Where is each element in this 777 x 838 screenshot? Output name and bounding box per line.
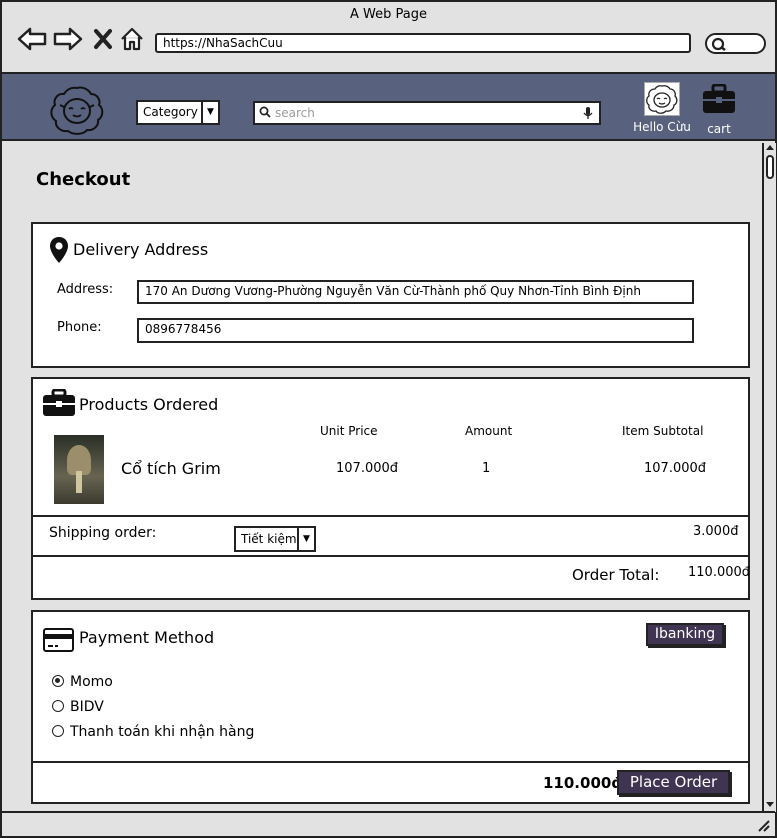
shipping-row: Shipping order: Tiết kiệm ▼ 3.000đ	[33, 517, 748, 555]
products-ordered-panel: Products Ordered Unit Price Amount Item …	[31, 377, 750, 600]
product-subtotal: 107.000đ	[644, 461, 707, 476]
resize-grip-icon[interactable]	[756, 818, 770, 832]
products-heading: Products Ordered	[79, 395, 219, 414]
scroll-thumb[interactable]	[766, 155, 774, 179]
payment-option-momo[interactable]: Momo	[52, 674, 113, 690]
radio-selected-icon	[52, 675, 64, 687]
forward-arrow-icon[interactable]	[53, 26, 83, 52]
search-placeholder: search	[275, 106, 315, 120]
shipping-label: Shipping order:	[49, 525, 157, 541]
user-greeting: Hello Cừu	[633, 120, 691, 134]
product-unit-price: 107.000đ	[336, 461, 399, 476]
page-title: Checkout	[36, 169, 131, 190]
microphone-icon[interactable]	[583, 106, 593, 120]
avatar	[644, 82, 680, 116]
address-field[interactable]: 170 An Dương Vương-Phường Nguyễn Văn Cừ-…	[137, 280, 694, 304]
chevron-down-icon: ▼	[201, 102, 218, 123]
home-icon[interactable]	[119, 26, 145, 52]
radio-icon	[52, 700, 64, 712]
book-cover-image	[54, 435, 104, 504]
place-order-button[interactable]: Place Order	[617, 770, 730, 795]
shipping-fee: 3.000đ	[693, 524, 739, 539]
payment-option-label: Momo	[70, 674, 113, 690]
unit-price-header: Unit Price	[320, 424, 378, 438]
amount-header: Amount	[465, 424, 513, 438]
payment-option-bidv[interactable]: BIDV	[52, 699, 104, 715]
phone-label: Phone:	[57, 320, 102, 335]
delivery-heading: Delivery Address	[73, 240, 209, 259]
chevron-down-icon: ▼	[297, 528, 314, 550]
payment-total: 110.000đ	[543, 774, 623, 792]
cart-label: cart	[707, 122, 731, 136]
sheep-logo-icon[interactable]	[49, 85, 105, 135]
address-label: Address:	[57, 282, 114, 297]
browser-search-pill[interactable]	[705, 33, 766, 54]
sheep-avatar-icon	[646, 85, 678, 114]
payment-option-label: Thanh toán khi nhận hàng	[70, 724, 255, 740]
radio-icon	[52, 725, 64, 737]
url-bar[interactable]: https://NhaSachCuu	[155, 33, 691, 53]
order-total-value: 110.000đ	[688, 565, 751, 580]
briefcase-cart-icon	[703, 83, 735, 113]
credit-card-icon	[43, 628, 74, 652]
close-x-icon[interactable]	[92, 26, 114, 52]
site-header: Category ▼ search Hello Cừu cart	[2, 74, 775, 141]
scroll-down-arrow-icon[interactable]	[765, 801, 775, 809]
product-amount: 1	[482, 461, 491, 476]
back-arrow-icon[interactable]	[17, 26, 47, 52]
payment-option-label: BIDV	[70, 699, 104, 715]
divider	[33, 761, 748, 763]
payment-option-cod[interactable]: Thanh toán khi nhận hàng	[52, 724, 254, 740]
window-title: A Web Page	[350, 7, 427, 22]
cart-button[interactable]: cart	[700, 83, 738, 136]
shipping-option: Tiết kiệm	[241, 532, 297, 546]
checkout-page: Checkout Delivery Address Address: 170 A…	[2, 143, 761, 811]
ibanking-button[interactable]: Ibanking	[646, 623, 724, 646]
user-account[interactable]: Hello Cừu	[632, 82, 692, 134]
item-subtotal-header: Item Subtotal	[622, 424, 704, 438]
site-search-input[interactable]: search	[253, 101, 601, 125]
category-dropdown[interactable]: Category ▼	[136, 100, 220, 125]
payment-heading: Payment Method	[79, 628, 215, 647]
delivery-address-panel: Delivery Address Address: 170 An Dương V…	[31, 222, 750, 368]
phone-field[interactable]: 0896778456	[137, 318, 694, 343]
order-total-label: Order Total:	[572, 566, 660, 584]
shipping-select[interactable]: Tiết kiệm ▼	[234, 526, 316, 552]
browser-chrome: A Web Page https://NhaSachCuu	[2, 2, 775, 74]
payment-method-panel: Payment Method Ibanking Momo BIDV Thanh …	[31, 610, 750, 804]
search-icon	[711, 37, 726, 51]
scroll-up-arrow-icon[interactable]	[765, 143, 775, 151]
product-name[interactable]: Cổ tích Grim	[121, 459, 221, 478]
divider	[33, 555, 748, 557]
search-icon	[259, 106, 271, 118]
status-bar	[2, 811, 775, 836]
location-pin-icon	[50, 237, 68, 263]
category-label: Category	[143, 105, 198, 119]
briefcase-icon	[43, 389, 75, 416]
vertical-scrollbar[interactable]	[762, 143, 776, 812]
browser-window: A Web Page https://NhaSachCuu Category ▼…	[0, 0, 777, 838]
